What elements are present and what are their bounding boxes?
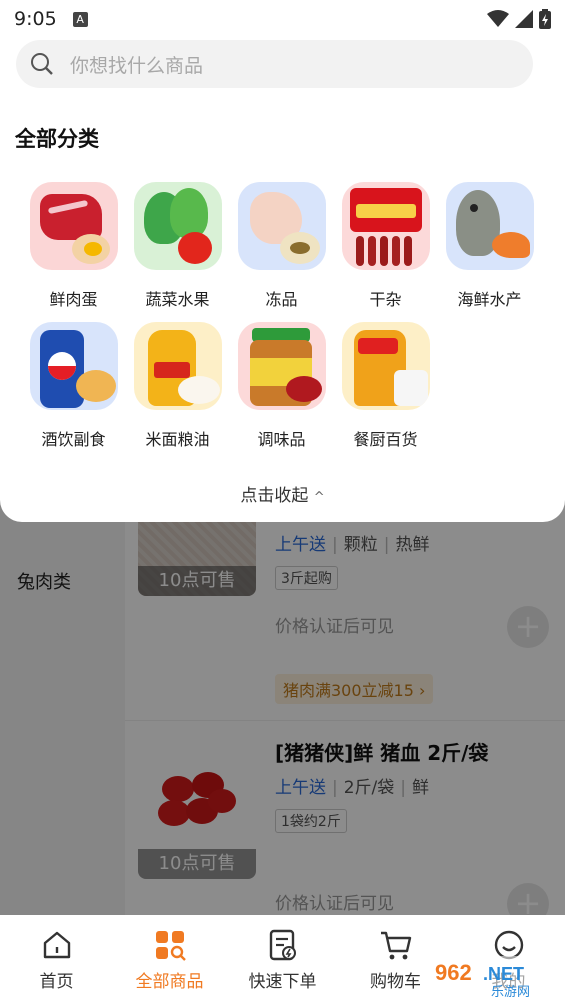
search-icon (31, 53, 53, 75)
category-label: 干杂 (369, 290, 402, 309)
frozen-food-icon (237, 182, 326, 270)
svg-text:962: 962 (435, 960, 472, 985)
search-input[interactable]: 你想找什么商品 (16, 40, 533, 88)
tab-all-products[interactable]: 全部商品 (113, 915, 226, 1004)
home-icon (43, 931, 70, 959)
category-drinks-snacks[interactable]: 酒饮副食 (21, 322, 126, 450)
seafood-icon (445, 182, 534, 270)
category-label: 米面粮油 (145, 430, 210, 449)
category-dry-goods[interactable]: 干杂 (333, 182, 438, 310)
kitchen-goods-icon (341, 322, 430, 410)
seasoning-icon (237, 322, 326, 410)
svg-text:.NET: .NET (483, 964, 524, 984)
svg-text:乐游网: 乐游网 (491, 985, 530, 1000)
category-label: 酒饮副食 (41, 430, 106, 449)
signal-icon (515, 10, 533, 28)
category-label: 海鲜水产 (457, 290, 522, 309)
category-seafood[interactable]: 海鲜水产 (437, 182, 542, 310)
chevron-up-icon: ^ (313, 490, 325, 505)
search-placeholder: 你想找什么商品 (70, 54, 204, 77)
collapse-label: 点击收起 (240, 486, 309, 506)
watermark-logo: 962 .NET 乐游网 (427, 956, 559, 1000)
all-categories-title: 全部分类 (15, 127, 99, 151)
category-kitchen-goods[interactable]: 餐厨百货 (333, 322, 438, 450)
collapse-button[interactable]: 点击收起 ^ (0, 481, 565, 506)
category-vegetable-fruit[interactable]: 蔬菜水果 (125, 182, 230, 310)
tab-quick-order[interactable]: 快速下单 (226, 915, 339, 1004)
status-time: 9:05 (14, 8, 57, 30)
category-rice-oil[interactable]: 米面粮油 (125, 322, 230, 450)
meat-egg-icon (29, 182, 118, 270)
rice-oil-icon (133, 322, 222, 410)
notification-a-icon: A (72, 11, 88, 27)
quick-order-icon (269, 929, 296, 961)
all-products-icon (155, 931, 186, 961)
category-seasoning[interactable]: 调味品 (229, 322, 334, 450)
drinks-snacks-icon (29, 322, 118, 410)
category-label: 调味品 (257, 430, 306, 449)
category-frozen[interactable]: 冻品 (229, 182, 334, 310)
category-label: 冻品 (265, 290, 298, 309)
battery-icon (539, 9, 551, 29)
tab-label: 全部商品 (135, 972, 204, 992)
status-bar: 9:05 A (0, 0, 565, 38)
dry-goods-icon (341, 182, 430, 270)
tab-home[interactable]: 首页 (0, 915, 113, 1004)
wifi-icon (487, 10, 509, 27)
tab-label: 首页 (39, 972, 74, 992)
category-label: 鲜肉蛋 (49, 290, 98, 309)
category-dropdown-panel: 你想找什么商品 全部分类 鲜肉蛋 蔬菜水果 冻品 干杂 海鲜水产 酒饮副食 米面… (0, 38, 565, 522)
tab-label: 购物车 (370, 972, 421, 992)
status-icons (487, 9, 551, 29)
category-label: 餐厨百货 (353, 430, 418, 449)
cart-icon (380, 931, 411, 960)
tab-label: 快速下单 (248, 972, 317, 992)
vegetable-fruit-icon (133, 182, 222, 270)
category-label: 蔬菜水果 (145, 290, 210, 309)
category-meat-egg[interactable]: 鲜肉蛋 (21, 182, 126, 310)
